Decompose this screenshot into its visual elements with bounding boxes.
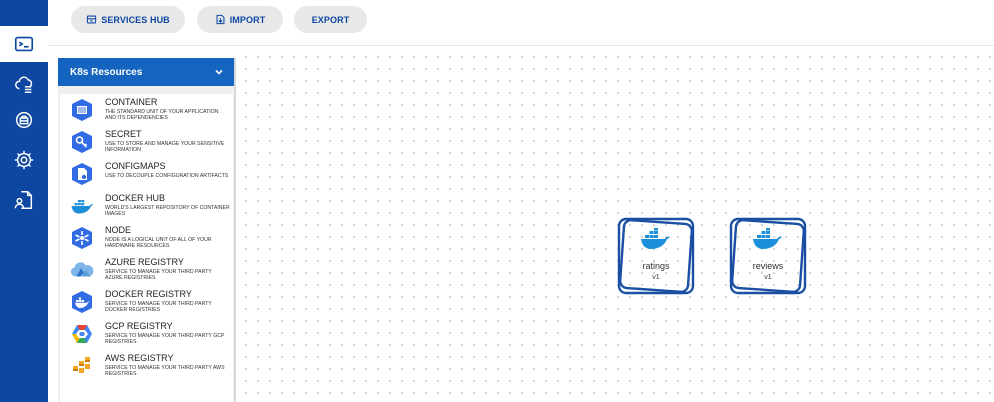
resource-description: SERVICE TO MANAGE YOUR THIRD PARTY GCP R… bbox=[105, 333, 225, 345]
resource-description: USE TO STORE AND MANAGE YOUR SENSITIVE I… bbox=[105, 141, 225, 153]
k8s-resources-panel: K8s Resources CONTAINER THE STANDARD UNI… bbox=[58, 58, 236, 402]
azure-cloud-icon bbox=[70, 258, 94, 282]
resource-title: CONTAINER bbox=[105, 97, 158, 107]
resource-title: NODE bbox=[105, 225, 132, 235]
resource-item-docker-hub[interactable]: DOCKER HUB WORLD'S LARGEST REPOSITORY OF… bbox=[60, 192, 233, 224]
resource-title: DOCKER REGISTRY bbox=[105, 289, 192, 299]
aws-icon bbox=[70, 354, 94, 378]
resource-description: NODE IS A LOGICAL UNIT OF ALL OF YOUR HA… bbox=[105, 237, 212, 249]
docker-whale-icon bbox=[641, 228, 670, 249]
resource-description: USE TO DECOUPLE CONFIGURATION ARTIFACTS bbox=[105, 173, 229, 179]
panel-title: K8s Resources bbox=[70, 66, 143, 78]
panel-header[interactable]: K8s Resources bbox=[58, 58, 234, 86]
canvas-node-ratings[interactable]: ratings v1 bbox=[614, 214, 698, 298]
resource-title: AZURE REGISTRY bbox=[105, 257, 184, 267]
resource-title: DOCKER HUB bbox=[105, 193, 166, 203]
registry-icon bbox=[15, 111, 33, 129]
docker-icon bbox=[70, 194, 94, 218]
canvas-node-reviews[interactable]: reviews v1 bbox=[726, 214, 810, 298]
nav-cloud[interactable] bbox=[0, 66, 48, 102]
services-hub-label: SERVICES HUB bbox=[101, 14, 170, 25]
node-name: ratings bbox=[642, 261, 670, 271]
design-canvas[interactable]: ratings v1 reviews v1 bbox=[236, 47, 994, 402]
node-frame bbox=[729, 217, 807, 295]
node-frame bbox=[617, 217, 695, 295]
user-document-icon bbox=[14, 191, 33, 209]
resource-list: CONTAINER THE STANDARD UNIT OF YOUR APPL… bbox=[60, 94, 233, 402]
resource-description: THE STANDARD UNIT OF YOUR APPLICATION AN… bbox=[105, 109, 219, 121]
node-version: v1 bbox=[764, 274, 772, 281]
resource-item-secret[interactable]: SECRET USE TO STORE AND MANAGE YOUR SENS… bbox=[60, 128, 233, 160]
docker-whale-icon bbox=[753, 228, 782, 249]
resource-item-node[interactable]: NODE NODE IS A LOGICAL UNIT OF ALL OF YO… bbox=[60, 224, 233, 256]
node-version: v1 bbox=[652, 274, 660, 281]
resource-title: SECRET bbox=[105, 129, 142, 139]
resource-description: SERVICE TO MANAGE YOUR THIRD PARTY AWS R… bbox=[105, 365, 225, 377]
chevron-down-icon bbox=[215, 69, 223, 75]
services-hub-button[interactable]: SERVICES HUB bbox=[71, 6, 185, 33]
app-root: SERVICES HUB IMPORT EXPORT ratings v1 re… bbox=[0, 0, 994, 402]
import-button[interactable]: IMPORT bbox=[197, 6, 283, 33]
import-label: IMPORT bbox=[229, 14, 266, 25]
resource-title: GCP REGISTRY bbox=[105, 321, 173, 331]
resource-item-azure-registry[interactable]: AZURE REGISTRY SERVICE TO MANAGE YOUR TH… bbox=[60, 256, 233, 288]
nav-registry[interactable] bbox=[0, 102, 48, 138]
gear-icon bbox=[14, 150, 34, 170]
top-toolbar: SERVICES HUB IMPORT EXPORT bbox=[48, 0, 994, 46]
export-label: EXPORT bbox=[311, 14, 350, 25]
resource-description: SERVICE TO MANAGE YOUR THIRD PARTY AZURE… bbox=[105, 269, 212, 281]
resource-description: WORLD'S LARGEST REPOSITORY OF CONTAINER … bbox=[105, 205, 230, 217]
nav-terminal[interactable] bbox=[0, 26, 48, 62]
key-icon bbox=[70, 130, 94, 154]
resource-item-aws-registry[interactable]: AWS REGISTRY SERVICE TO MANAGE YOUR THIR… bbox=[60, 352, 233, 384]
node-icon bbox=[70, 226, 94, 250]
node-name: reviews bbox=[752, 261, 784, 271]
resource-item-docker-registry[interactable]: DOCKER REGISTRY SERVICE TO MANAGE YOUR T… bbox=[60, 288, 233, 320]
resource-description: SERVICE TO MANAGE YOUR THIRD PARTY DOCKE… bbox=[105, 301, 212, 313]
container-icon bbox=[70, 98, 94, 122]
resource-title: AWS REGISTRY bbox=[105, 353, 174, 363]
resource-item-gcp-registry[interactable]: GCP REGISTRY SERVICE TO MANAGE YOUR THIR… bbox=[60, 320, 233, 352]
configmap-icon bbox=[70, 162, 94, 186]
export-button[interactable]: EXPORT bbox=[294, 6, 367, 33]
left-nav-rail bbox=[0, 0, 48, 402]
gcp-icon bbox=[70, 322, 94, 346]
import-icon bbox=[216, 14, 225, 25]
resource-item-configmaps[interactable]: CONFIGMAPS USE TO DECOUPLE CONFIGURATION… bbox=[60, 160, 233, 192]
nav-settings[interactable] bbox=[0, 142, 48, 178]
nav-account[interactable] bbox=[0, 182, 48, 218]
cloud-list-icon bbox=[15, 76, 33, 93]
resource-item-container[interactable]: CONTAINER THE STANDARD UNIT OF YOUR APPL… bbox=[60, 96, 233, 128]
docker-registry-icon bbox=[70, 290, 94, 314]
services-hub-icon bbox=[87, 15, 97, 24]
resource-title: CONFIGMAPS bbox=[105, 161, 166, 171]
terminal-icon bbox=[14, 36, 34, 52]
